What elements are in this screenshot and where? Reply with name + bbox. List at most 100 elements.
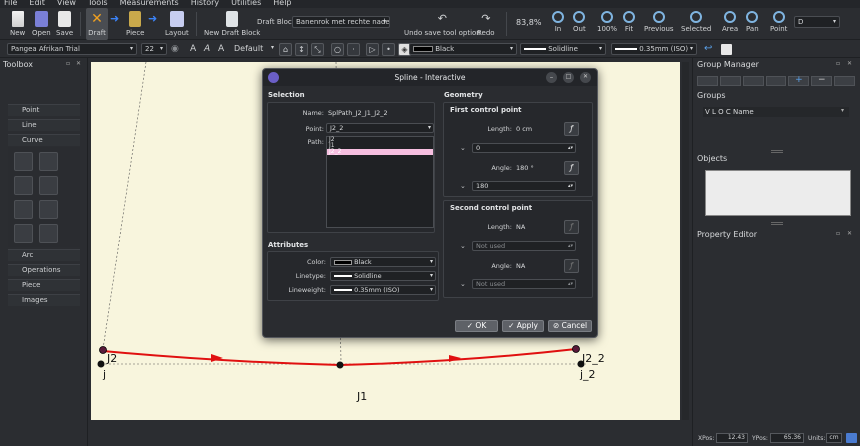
float-icon[interactable]: ▫ <box>836 230 840 237</box>
minimize-icon[interactable]: – <box>546 72 557 83</box>
toolbox-section-arc[interactable]: Arc <box>8 249 80 261</box>
apply-button[interactable]: ✓ Apply <box>502 320 544 332</box>
toolbox-section-operations[interactable]: Operations <box>8 264 80 276</box>
draft-mode-button[interactable]: ✕ Draft <box>86 8 108 40</box>
remove-group-icon[interactable]: − <box>811 76 833 86</box>
layer-select[interactable]: D ▾ <box>794 16 840 28</box>
menu-measurements[interactable]: Measurements <box>120 0 179 8</box>
units-value[interactable]: cm <box>826 433 842 443</box>
back-arrow-icon[interactable]: ↩ <box>704 43 712 54</box>
font-bold-icon[interactable]: A <box>190 44 196 54</box>
tool-icon-1[interactable]: ⌂ <box>279 43 292 56</box>
font-size-select[interactable]: 22 ▾ <box>141 43 167 55</box>
eye-open-icon[interactable] <box>697 76 718 86</box>
zoom-previous-button[interactable]: Previous <box>644 8 674 40</box>
chevron-down-icon[interactable]: ⌄ <box>460 144 466 152</box>
close-icon[interactable]: ✕ <box>847 230 852 237</box>
objects-list[interactable] <box>705 170 851 216</box>
toolbox-section-curve[interactable]: Curve <box>8 134 80 146</box>
menu-view[interactable]: View <box>57 0 76 8</box>
menu-file[interactable]: File <box>4 0 17 8</box>
first-length-formula-field[interactable]: 0 ▴▾ <box>472 143 576 153</box>
open-button[interactable]: Open <box>32 8 51 40</box>
curve-tool-splinepath-icon[interactable] <box>39 224 58 243</box>
chevron-down-icon[interactable]: ▾ <box>271 44 274 51</box>
menu-help[interactable]: Help <box>273 0 291 8</box>
toolbox-section-images[interactable]: Images <box>8 294 80 306</box>
curve-tool-cut-icon[interactable] <box>14 176 33 195</box>
close-icon[interactable]: ✕ <box>76 60 81 67</box>
save-button[interactable]: Save <box>56 8 73 40</box>
lock-icon[interactable] <box>742 76 764 86</box>
zoom-area-button[interactable]: Area <box>722 8 738 40</box>
splitter-handle[interactable] <box>771 150 783 153</box>
draft-block-select[interactable]: Banenrok met rechte naden ▾ <box>292 16 390 28</box>
eye-icon[interactable]: ◉ <box>171 44 179 54</box>
curve-tool-spline-icon[interactable] <box>14 152 33 171</box>
curve-tool-path-icon[interactable] <box>39 176 58 195</box>
close-icon[interactable]: ✕ <box>580 72 591 83</box>
float-icon[interactable]: ▫ <box>66 60 70 67</box>
zoom-pan-button[interactable]: Pan <box>746 8 759 40</box>
save-tool-icon[interactable] <box>721 44 732 55</box>
menu-history[interactable]: History <box>191 0 219 8</box>
color-select[interactable]: Black ▾ <box>409 43 517 55</box>
triangle-right-icon[interactable]: ▷ <box>366 43 379 56</box>
canvas-scrollbar-vertical[interactable] <box>682 62 689 420</box>
undo-button[interactable]: ↶ Undo save tool option <box>404 8 481 40</box>
piece-mode-button[interactable]: Piece <box>126 8 144 40</box>
zoom-fit-button[interactable]: Fit <box>623 8 635 40</box>
point-marker-icon[interactable]: • <box>382 43 395 56</box>
curve-tool-intersect-icon[interactable] <box>39 200 58 219</box>
splitter-handle[interactable] <box>771 222 783 225</box>
first-angle-formula-field[interactable]: 180 ▴▾ <box>472 181 576 191</box>
redo-button[interactable]: ↷ Redo <box>477 8 495 40</box>
lineweight-select[interactable]: 0.35mm (ISO) ▾ <box>611 43 697 55</box>
linetype-select[interactable]: Solidline ▾ <box>520 43 606 55</box>
dialog-linetype-select[interactable]: Solidline ▾ <box>330 271 436 281</box>
dialog-color-select[interactable]: Black ▾ <box>330 257 436 267</box>
zoom-selected-button[interactable]: Selected <box>681 8 711 40</box>
new-draft-block-button[interactable]: New Draft Block <box>204 8 260 40</box>
cancel-button[interactable]: ⊘ Cancel <box>548 320 592 332</box>
first-length-formula-button[interactable]: ƒ <box>564 122 579 136</box>
eye-closed-icon[interactable] <box>719 76 741 86</box>
layout-mode-button[interactable]: Layout <box>165 8 189 40</box>
menu-tools[interactable]: Tools <box>88 0 108 8</box>
maximize-icon[interactable]: □ <box>563 72 574 83</box>
curve-tool-point-icon[interactable] <box>14 200 33 219</box>
edit-group-icon[interactable] <box>834 76 856 86</box>
circle-icon[interactable]: ○ <box>331 43 344 56</box>
dot-icon[interactable]: · <box>347 43 360 56</box>
menu-edit[interactable]: Edit <box>29 0 45 8</box>
zoom-point-button[interactable]: Point <box>770 8 787 40</box>
dialog-titlebar[interactable]: Spline - Interactive – □ ✕ <box>263 69 597 86</box>
tool-icon-2[interactable]: ↕ <box>295 43 308 56</box>
dialog-lineweight-select[interactable]: 0.35mm (ISO) ▾ <box>330 285 436 295</box>
unlock-icon[interactable] <box>765 76 787 86</box>
zoom-in-button[interactable]: In <box>552 8 564 40</box>
toolbox-section-point[interactable]: Point <box>8 104 80 116</box>
font-italic-icon[interactable]: A <box>204 44 210 54</box>
curve-tool-traffic-icon[interactable] <box>14 224 33 243</box>
close-icon[interactable]: ✕ <box>847 60 852 67</box>
path-list[interactable]: J2 J1 J2_2 <box>326 136 434 228</box>
add-group-icon[interactable]: + <box>788 76 810 86</box>
float-icon[interactable]: ▫ <box>836 60 840 67</box>
ok-button[interactable]: ✓ OK <box>455 320 498 332</box>
tool-icon-3[interactable]: ⤡ <box>311 43 324 56</box>
zoom-out-button[interactable]: Out <box>573 8 586 40</box>
toolbox-section-line[interactable]: Line <box>8 119 80 131</box>
new-button[interactable]: New <box>10 8 25 40</box>
chevron-down-icon[interactable]: ▾ <box>841 107 844 114</box>
first-angle-formula-button[interactable]: ƒ <box>564 161 579 175</box>
zoom-100-button[interactable]: 100% <box>597 8 617 40</box>
menu-utilities[interactable]: Utilities <box>231 0 261 8</box>
chevron-down-icon[interactable]: ⌄ <box>460 182 466 190</box>
font-weight-icon[interactable]: A <box>218 44 224 54</box>
toolbox-section-piece[interactable]: Piece <box>8 279 80 291</box>
font-select[interactable]: Pangea Afrikan Trial ▾ <box>7 43 137 55</box>
info-icon[interactable] <box>846 433 857 443</box>
point-select[interactable]: J2_2 ▾ <box>326 123 434 133</box>
curve-tool-spline-interactive-icon[interactable] <box>39 152 58 171</box>
